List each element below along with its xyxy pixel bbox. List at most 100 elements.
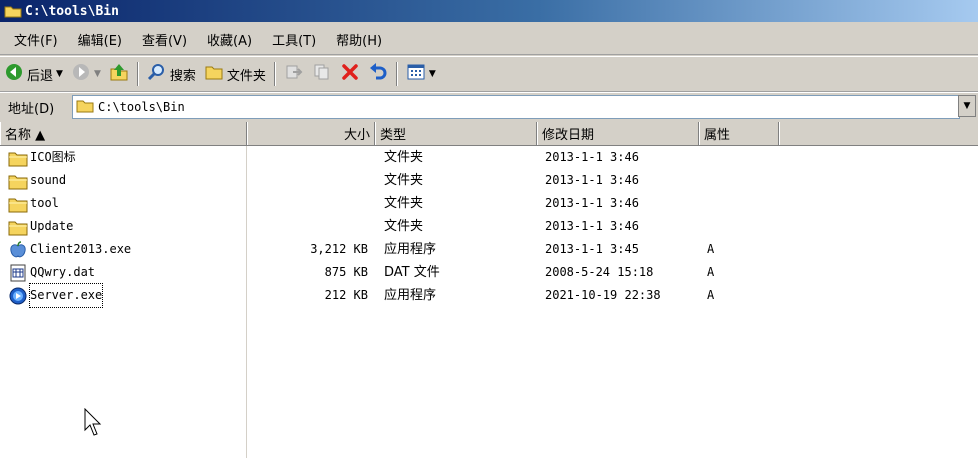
file-modified: 2013-1-1 3:46	[545, 173, 639, 187]
file-name: QQwry.dat	[30, 265, 96, 279]
menu-favorites[interactable]: 收藏(A)	[197, 30, 262, 49]
file-name: Client2013.exe	[30, 242, 132, 256]
file-modified: 2008-5-24 15:18	[545, 265, 654, 279]
file-name: ICO图标	[30, 150, 76, 164]
folder-icon	[8, 218, 28, 236]
undo-button[interactable]	[364, 60, 392, 88]
column-header-modified[interactable]: 修改日期	[537, 122, 699, 145]
folder-icon	[204, 63, 224, 85]
media-app-icon	[8, 287, 28, 305]
move-to-button[interactable]	[280, 60, 308, 88]
file-type: 应用程序	[384, 242, 437, 257]
file-row[interactable]: Client2013.exe 3,212 KB 应用程序 2013-1-1 3:…	[0, 238, 978, 261]
file-type: 文件夹	[384, 196, 424, 211]
toolbar-separator	[136, 62, 139, 86]
file-row[interactable]: tool 文件夹 2013-1-1 3:46	[0, 192, 978, 215]
apple-app-icon	[8, 240, 28, 259]
toolbar-separator	[273, 62, 276, 86]
file-modified: 2013-1-1 3:46	[545, 150, 639, 164]
forward-arrow-icon	[71, 62, 91, 86]
menu-help[interactable]: 帮助(H)	[326, 30, 392, 49]
back-button[interactable]: 后退 ▼	[0, 60, 67, 88]
file-size	[248, 169, 368, 192]
search-label: 搜索	[169, 68, 196, 84]
file-type: 文件夹	[384, 173, 424, 188]
file-name: Server.exe	[28, 283, 104, 308]
file-type: 文件夹	[384, 219, 424, 234]
delete-button[interactable]	[336, 60, 364, 88]
title-bar: C:\tools\Bin	[0, 0, 978, 22]
menu-edit[interactable]: 编辑(E)	[68, 30, 132, 49]
folder-icon	[76, 98, 94, 116]
folder-icon	[4, 4, 22, 18]
file-type: 应用程序	[384, 288, 437, 303]
back-label: 后退	[27, 68, 54, 84]
delete-icon	[340, 62, 360, 86]
file-name-cell: Update	[8, 215, 73, 238]
copy-to-icon	[312, 62, 332, 86]
file-modified: 2013-1-1 3:45	[545, 242, 639, 256]
file-list: 名称 ▲ 大小 类型 修改日期 属性 ICO图标 文件夹 2013-1-1 3:…	[0, 122, 978, 458]
file-name-cell: Server.exe	[8, 283, 104, 308]
address-value: C:\tools\Bin	[98, 100, 185, 114]
file-name-cell: sound	[8, 169, 66, 192]
file-type: DAT 文件	[384, 265, 440, 280]
file-row[interactable]: sound 文件夹 2013-1-1 3:46	[0, 169, 978, 192]
file-name-cell: QQwry.dat	[8, 261, 95, 284]
file-row[interactable]: ICO图标 文件夹 2013-1-1 3:46	[0, 146, 978, 169]
file-attributes: A	[707, 288, 715, 302]
column-header-name[interactable]: 名称 ▲	[0, 122, 247, 145]
file-row[interactable]: QQwry.dat 875 KB DAT 文件 2008-5-24 15:18 …	[0, 261, 978, 284]
views-icon	[406, 63, 426, 85]
file-name-cell: ICO图标	[8, 146, 76, 169]
file-size: 875 KB	[324, 265, 368, 279]
file-type: 文件夹	[384, 150, 424, 165]
file-row[interactable]: Server.exe 212 KB 应用程序 2021-10-19 22:38 …	[0, 283, 978, 308]
back-arrow-icon	[4, 62, 24, 86]
up-folder-button[interactable]	[105, 60, 133, 88]
chevron-down-icon[interactable]: ▼	[94, 69, 101, 79]
mouse-cursor-icon	[84, 407, 106, 438]
file-name: sound	[30, 173, 67, 187]
undo-icon	[368, 62, 388, 86]
folder-icon	[8, 172, 28, 190]
file-name: Update	[30, 219, 74, 233]
column-header-size[interactable]: 大小	[247, 122, 375, 145]
menu-view[interactable]: 查看(V)	[132, 30, 197, 49]
address-bar: 地址(D) C:\tools\Bin ▼	[0, 92, 978, 121]
folders-button[interactable]: 文件夹	[200, 60, 270, 88]
file-row[interactable]: Update 文件夹 2013-1-1 3:46	[0, 215, 978, 238]
copy-to-button[interactable]	[308, 60, 336, 88]
file-attributes: A	[707, 242, 715, 256]
chevron-down-icon[interactable]: ▼	[429, 69, 436, 79]
chevron-down-icon[interactable]: ▼	[56, 69, 63, 79]
column-header-type[interactable]: 类型	[375, 122, 537, 145]
folders-label: 文件夹	[226, 68, 266, 84]
menu-file[interactable]: 文件(F)	[0, 30, 68, 49]
file-attributes: A	[707, 265, 715, 279]
file-modified: 2013-1-1 3:46	[545, 196, 639, 210]
file-rows: ICO图标 文件夹 2013-1-1 3:46 sound 文件夹 2013-1…	[0, 146, 978, 308]
menu-bar: 文件(F) 编辑(E) 查看(V) 收藏(A) 工具(T) 帮助(H)	[0, 24, 978, 55]
toolbar-separator	[395, 62, 398, 86]
search-button[interactable]: 搜索	[143, 60, 200, 88]
menu-tools[interactable]: 工具(T)	[262, 30, 326, 49]
file-modified: 2021-10-19 22:38	[545, 288, 661, 302]
folder-icon	[8, 149, 28, 167]
folder-icon	[8, 195, 28, 213]
move-to-icon	[284, 62, 304, 86]
address-label: 地址(D)	[8, 101, 55, 117]
column-header-attributes[interactable]: 属性	[699, 122, 779, 145]
chevron-down-icon: ▼	[963, 101, 971, 111]
file-name: tool	[30, 196, 59, 210]
file-size: 3,212 KB	[310, 242, 368, 256]
file-modified: 2013-1-1 3:46	[545, 219, 639, 233]
forward-button[interactable]: ▼	[67, 60, 105, 88]
file-size	[248, 215, 368, 238]
address-input[interactable]: C:\tools\Bin	[72, 95, 960, 119]
file-size	[248, 192, 368, 215]
file-name-cell: tool	[8, 192, 59, 215]
column-header-row: 名称 ▲ 大小 类型 修改日期 属性	[0, 122, 978, 146]
views-button[interactable]: ▼	[402, 60, 440, 88]
address-dropdown-button[interactable]: ▼	[958, 95, 976, 117]
